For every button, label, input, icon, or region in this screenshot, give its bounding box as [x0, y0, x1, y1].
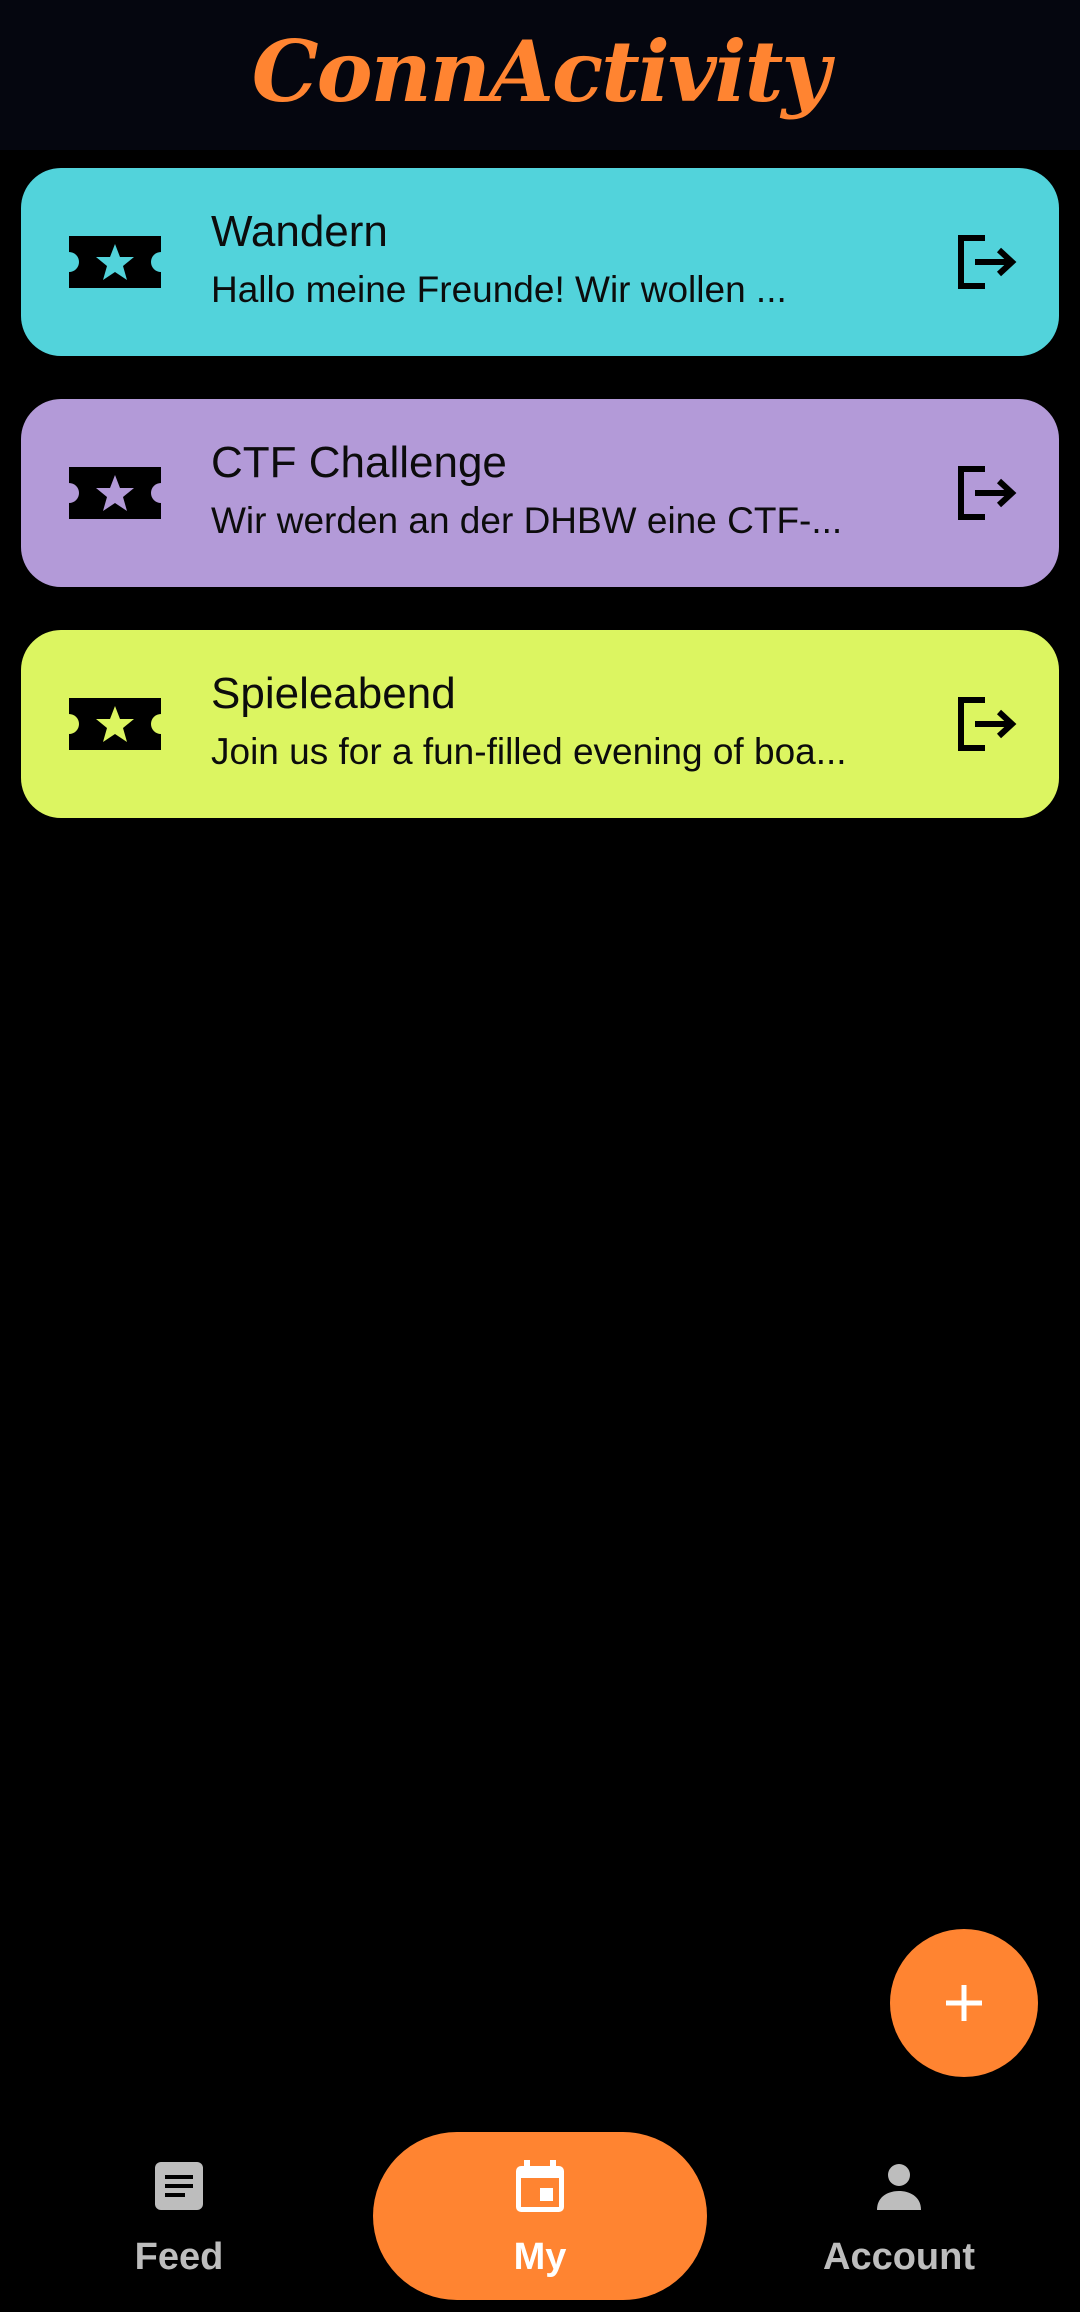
activity-description: Join us for a fun-filled evening of boa.…	[211, 731, 847, 772]
nav-label-account: Account	[823, 2236, 975, 2278]
bottom-nav: Feed My Account	[0, 2120, 1080, 2312]
logout-icon[interactable]	[955, 463, 1019, 523]
nav-label-my: My	[513, 2236, 567, 2278]
logout-icon[interactable]	[955, 694, 1019, 754]
person-icon	[877, 2164, 921, 2210]
nav-item-my[interactable]: My	[373, 2132, 707, 2300]
logout-icon[interactable]	[955, 232, 1019, 292]
plus-icon	[946, 1985, 982, 2021]
activity-description: Hallo meine Freunde! Wir wollen ...	[211, 269, 787, 310]
activity-card-ctf-challenge[interactable]: CTF Challenge Wir werden an der DHBW ein…	[21, 399, 1059, 587]
ticket-star-icon	[69, 467, 161, 519]
activity-title: Wandern	[211, 207, 388, 256]
calendar-icon	[516, 2160, 564, 2212]
nav-item-feed[interactable]: Feed	[12, 2132, 346, 2300]
activity-description: Wir werden an der DHBW eine CTF-...	[211, 500, 843, 541]
app-title: ConnActivity	[251, 21, 830, 121]
ticket-star-icon	[69, 698, 161, 750]
nav-label-feed: Feed	[134, 2236, 224, 2278]
activity-card-spieleabend[interactable]: Spieleabend Join us for a fun-filled eve…	[21, 630, 1059, 818]
article-icon	[155, 2162, 203, 2210]
nav-item-account[interactable]: Account	[732, 2132, 1066, 2300]
app-header: ConnActivity	[0, 0, 1080, 150]
add-activity-button[interactable]	[890, 1929, 1038, 2077]
activity-card-wandern[interactable]: Wandern Hallo meine Freunde! Wir wollen …	[21, 168, 1059, 356]
activity-title: Spieleabend	[211, 669, 456, 718]
ticket-star-icon	[69, 236, 161, 288]
activity-title: CTF Challenge	[211, 438, 507, 487]
